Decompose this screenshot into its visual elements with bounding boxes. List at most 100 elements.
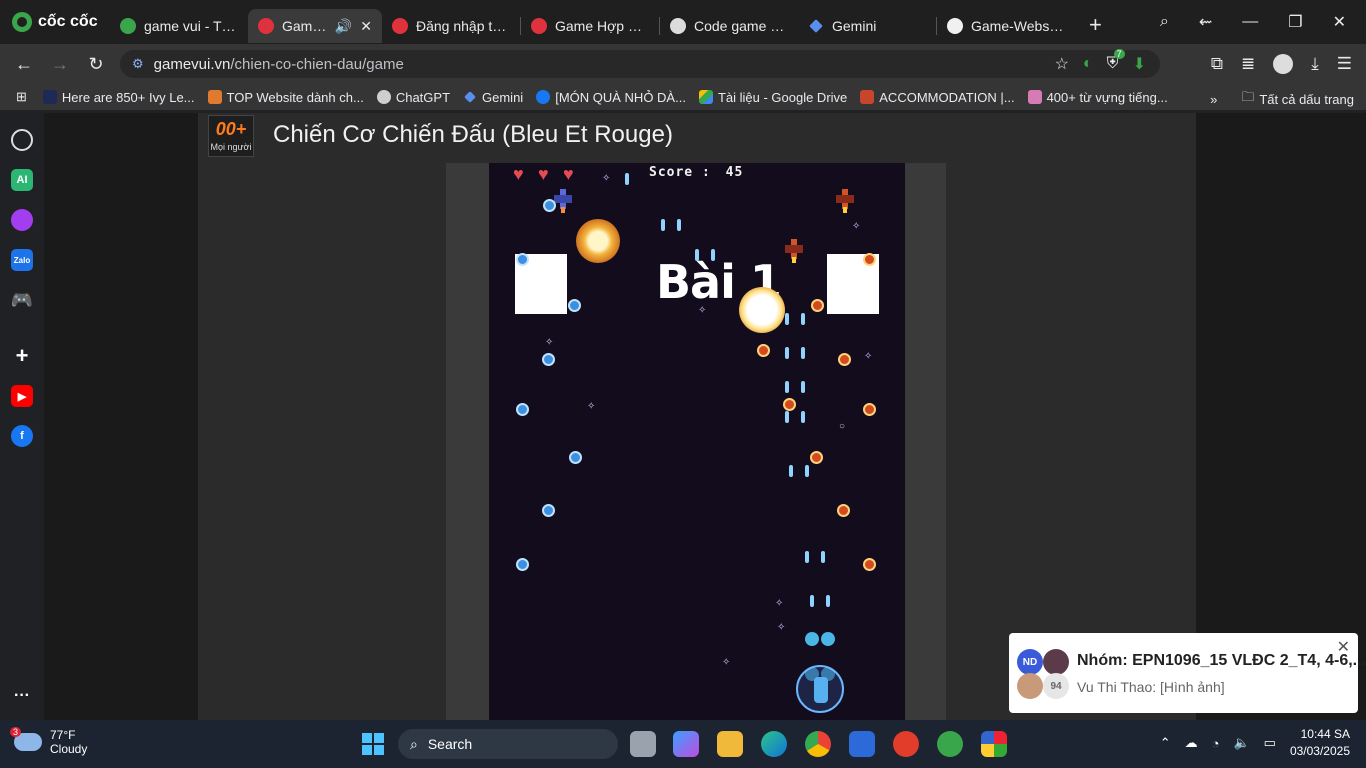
address-bar[interactable]: ⚙ gamevui.vn /chien-co-chien-dau/game ☆ …: [120, 49, 1160, 78]
wps-office-icon[interactable]: [893, 731, 919, 757]
more-options-icon[interactable]: ···: [11, 685, 33, 707]
avatar: [1043, 649, 1069, 675]
gemini-favicon-icon: [809, 19, 823, 33]
app-taskbar-icon[interactable]: [981, 731, 1007, 757]
blue-energy-orb: [542, 353, 555, 366]
weather-widget[interactable]: 3 77°F Cloudy: [10, 727, 87, 756]
red-energy-orb: [783, 398, 796, 411]
chevron-up-icon[interactable]: ⌃: [1160, 735, 1171, 751]
enemy-ship-blue: [554, 189, 572, 213]
forward-arrow-icon[interactable]: →: [42, 54, 78, 75]
bookmark-star-icon[interactable]: ☆: [1055, 54, 1069, 74]
avatar: [1017, 673, 1043, 699]
notification-message: Vu Thi Thao: [Hình ảnh]: [1077, 679, 1225, 695]
bookmark-item[interactable]: ChatGPT: [376, 90, 450, 105]
battery-icon[interactable]: ▭: [1264, 735, 1276, 751]
minimize-button[interactable]: —: [1242, 13, 1258, 31]
red-energy-orb: [810, 451, 823, 464]
apps-grid-icon[interactable]: ⊞: [16, 89, 27, 105]
tab-title: game vui - Tìm v: [144, 18, 238, 34]
adblock-shield-icon[interactable]: ⛨ 7: [1107, 49, 1125, 73]
bookmark-item[interactable]: Here are 850+ Ivy Le...: [42, 90, 195, 105]
download-green-icon[interactable]: ⬇: [1133, 54, 1146, 74]
temperature: 77°F: [50, 728, 76, 742]
file-explorer-icon[interactable]: [717, 731, 743, 757]
gamepad-icon[interactable]: 🎮: [11, 289, 33, 311]
microsoft-store-icon[interactable]: [849, 731, 875, 757]
taskbar-search[interactable]: ⌕ Search: [398, 729, 618, 759]
menu-icon[interactable]: ☰: [1337, 54, 1352, 74]
messenger-icon[interactable]: [11, 209, 33, 231]
tab-game-active[interactable]: Game C 🔊 ✕: [248, 9, 382, 43]
tab-search-icon[interactable]: ⌕: [1160, 13, 1169, 31]
tab-github[interactable]: Game-Website/F: [937, 9, 1075, 43]
blue-energy-orb: [516, 558, 529, 571]
new-tab-button[interactable]: +: [1089, 12, 1102, 38]
player-bullet: [785, 347, 789, 359]
search-placeholder: Search: [427, 736, 473, 752]
bookmark-item[interactable]: Tài liệu - Google Drive: [698, 90, 847, 105]
edge-icon[interactable]: [761, 731, 787, 757]
time: 10:44 SA: [1300, 727, 1350, 741]
back-arrow-icon[interactable]: ←: [6, 54, 42, 75]
player-bullet: [801, 411, 805, 423]
tab-code-game[interactable]: Code game tươn: [660, 9, 798, 43]
onedrive-cloud-icon[interactable]: ☁: [1185, 735, 1198, 751]
extensions-puzzle-icon[interactable]: ⧉: [1211, 54, 1223, 74]
background-star: ✧: [864, 351, 873, 362]
red-energy-orb: [863, 253, 876, 266]
start-windows-icon[interactable]: [362, 733, 384, 755]
profile-avatar[interactable]: [1273, 54, 1294, 74]
player-bullet: [801, 313, 805, 325]
more-bookmarks-chevron-icon[interactable]: »: [1210, 92, 1217, 107]
tab-gemini[interactable]: Gemini: [798, 9, 936, 43]
maximize-button[interactable]: ❐: [1288, 12, 1302, 32]
speaker-icon[interactable]: 🔊: [335, 18, 352, 35]
volume-icon[interactable]: 🔈: [1233, 735, 1249, 751]
tab-dang-nhap[interactable]: Đăng nhập tài kh: [382, 9, 520, 43]
group-avatars: ND 94: [1017, 649, 1073, 705]
player-bullet: [677, 219, 681, 231]
ai-assistant-icon[interactable]: AI: [11, 169, 33, 191]
player-bullet: [789, 465, 793, 477]
wifi-icon[interactable]: ◔: [1212, 736, 1220, 751]
coccoc-taskbar-icon[interactable]: [937, 731, 963, 757]
game-canvas[interactable]: ♥ ♥ ♥ Score : 45 Bài 1 ✧ ✧ ✧ ✧ ✧ ✧ ○ ✧ ✧…: [489, 163, 905, 720]
close-window-button[interactable]: ✕: [1333, 12, 1346, 32]
history-clock-icon[interactable]: [11, 129, 33, 151]
add-panel-icon[interactable]: +: [11, 343, 33, 368]
dark-mode-moon-icon[interactable]: ◐: [1083, 55, 1093, 73]
bookmark-item[interactable]: 400+ từ vựng tiếng...: [1027, 89, 1168, 105]
downloads-icon[interactable]: ⤓: [1311, 54, 1319, 74]
task-view-icon[interactable]: [630, 731, 656, 757]
bookmark-item[interactable]: ACCOMMODATION |...: [860, 90, 1015, 105]
site-logo[interactable]: 00+ Mọi người: [208, 115, 254, 157]
media-control-icon[interactable]: ≣: [1241, 54, 1255, 74]
chat-notification[interactable]: ✕ ND 94 Nhóm: EPN1096_15 VLĐC 2_T4, 4-6,…: [1009, 633, 1366, 713]
bookmark-item[interactable]: Gemini: [463, 90, 523, 105]
windows-taskbar: 3 77°F Cloudy ⌕ Search ⌃ ☁ ◔ 🔈 ▭ 10:44 S…: [0, 720, 1366, 768]
chrome-icon[interactable]: [805, 731, 831, 757]
browser-window: cốc cốc game vui - Tìm v Game C 🔊 ✕ Đăng…: [0, 0, 1366, 720]
close-tab-icon[interactable]: ✕: [360, 18, 372, 35]
youtube-icon[interactable]: ▶: [11, 385, 33, 407]
tab-game-hop-nhat[interactable]: Game Hợp nhất: [521, 9, 659, 43]
site-info-icon[interactable]: ⚙: [132, 56, 144, 72]
gemini-icon: [464, 91, 476, 103]
tab-game-vui[interactable]: game vui - Tìm v: [110, 9, 248, 43]
clock[interactable]: 10:44 SA 03/03/2025: [1290, 726, 1350, 760]
facebook-icon[interactable]: f: [11, 425, 33, 447]
bookmark-favicon-icon: [1027, 90, 1042, 104]
player-bullet: [801, 347, 805, 359]
bookmark-item[interactable]: TOP Website dành ch...: [207, 90, 364, 105]
player-bullet: [711, 249, 715, 261]
browser-brand[interactable]: cốc cốc: [0, 12, 110, 32]
zalo-icon[interactable]: Zalo: [11, 249, 33, 271]
back-history-icon[interactable]: ⇜: [1199, 12, 1212, 32]
reload-icon[interactable]: ↻: [78, 54, 114, 75]
copilot-icon[interactable]: [673, 731, 699, 757]
bookmark-item[interactable]: [MÓN QUÀ NHỎ DÀ...: [536, 90, 686, 105]
bookmark-label: 400+ từ vựng tiếng...: [1046, 89, 1168, 105]
bookmarks-bar: ⊞ Here are 850+ Ivy Le... TOP Website dà…: [0, 84, 1366, 110]
all-bookmarks-button[interactable]: 🗀 Tất cả dấu trang: [1241, 88, 1354, 110]
